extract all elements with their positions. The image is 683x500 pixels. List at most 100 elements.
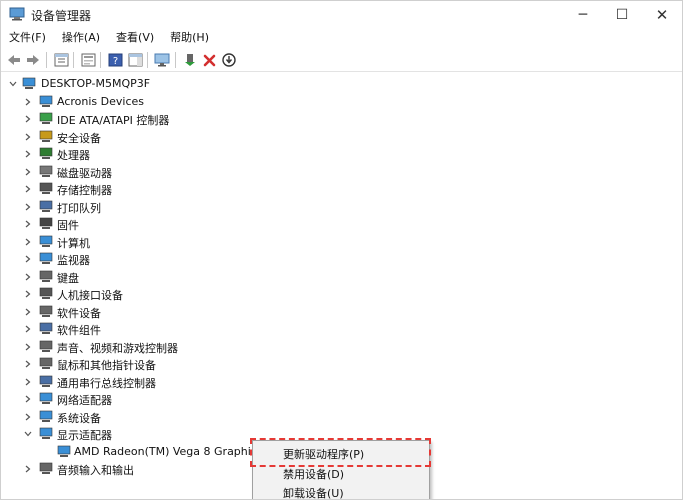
tree-category-node[interactable]: 人机接口设备	[1, 285, 682, 303]
tree-root-node[interactable]: DESKTOP-M5MQP3F	[1, 75, 682, 93]
tree-category-node[interactable]: Acronis Devices	[1, 93, 682, 111]
close-button[interactable]: ✕	[645, 1, 679, 28]
forward-arrow-icon[interactable]	[24, 51, 42, 69]
tree-category-label: 软件组件	[57, 324, 101, 337]
toolbar: ?	[1, 48, 682, 72]
chevron-down-icon[interactable]	[8, 79, 18, 89]
disk-drive-icon	[39, 165, 53, 177]
mouse-icon	[39, 357, 53, 369]
monitor-icon	[39, 252, 53, 264]
tree-category-label: IDE ATA/ATAPI 控制器	[57, 114, 170, 127]
tree-category-label: 处理器	[57, 149, 90, 162]
chevron-right-icon[interactable]	[23, 307, 33, 317]
tree-category-label: 磁盘驱动器	[57, 166, 112, 180]
toolbar-separator	[73, 52, 74, 68]
tree-category-node[interactable]: 网络适配器	[1, 390, 682, 408]
chevron-right-icon[interactable]	[23, 132, 33, 142]
tree-category-label: 打印队列	[57, 201, 101, 215]
tree-category-node[interactable]: 打印队列	[1, 198, 682, 216]
hid-icon	[39, 287, 53, 299]
chevron-right-icon[interactable]	[23, 184, 33, 194]
tree-category-node[interactable]: 磁盘驱动器	[1, 163, 682, 181]
tree-category-label: 存储控制器	[57, 184, 112, 197]
tree-category-node[interactable]: 计算机	[1, 233, 682, 251]
chevron-right-icon[interactable]	[23, 202, 33, 212]
tree-category-label: 音频输入和输出	[57, 464, 134, 477]
tree-category-node[interactable]: 声音、视频和游戏控制器	[1, 338, 682, 356]
tree-category-label: 通用串行总线控制器	[57, 376, 156, 390]
tree-category-label: 鼠标和其他指针设备	[57, 359, 156, 372]
tree-category-node[interactable]: 键盘	[1, 268, 682, 286]
properties-icon[interactable]	[79, 51, 97, 69]
chevron-right-icon[interactable]	[23, 377, 33, 387]
menu-view[interactable]: 查看(V)	[108, 28, 162, 48]
tree-category-label: 人机接口设备	[57, 289, 123, 302]
context-menu-disable-device[interactable]: 禁用设备(D)	[253, 466, 429, 484]
monitor-scan-icon[interactable]	[153, 51, 171, 69]
chevron-right-icon[interactable]	[23, 412, 33, 422]
software-component-icon	[39, 322, 53, 334]
help-icon[interactable]: ?	[106, 51, 124, 69]
update-driver-icon[interactable]	[181, 51, 199, 69]
tree-category-node[interactable]: 软件设备	[1, 303, 682, 321]
maximize-button[interactable]: ☐	[605, 1, 639, 28]
disable-device-icon[interactable]	[220, 51, 238, 69]
chevron-right-icon[interactable]	[23, 97, 33, 107]
network-adapter-icon	[39, 392, 53, 404]
tree-category-node[interactable]: 安全设备	[1, 128, 682, 146]
minimize-icon: ─	[578, 6, 588, 23]
security-key-icon	[39, 130, 53, 142]
chevron-right-icon[interactable]	[23, 324, 33, 334]
chevron-right-icon[interactable]	[23, 394, 33, 404]
chevron-right-icon[interactable]	[23, 167, 33, 177]
chevron-right-icon[interactable]	[23, 254, 33, 264]
window-title: 设备管理器	[31, 9, 92, 23]
menu-help[interactable]: 帮助(H)	[162, 28, 217, 48]
device-tree: DESKTOP-M5MQP3F Acronis Devices IDE ATA/AT…	[1, 73, 682, 499]
system-device-icon	[39, 410, 53, 422]
context-menu-update-driver[interactable]: 更新驱动程序(P)	[253, 446, 429, 464]
tree-category-node[interactable]: 固件	[1, 215, 682, 233]
chevron-right-icon[interactable]	[23, 342, 33, 352]
menu-bar: 文件(F) 操作(A) 查看(V) 帮助(H)	[1, 28, 682, 48]
chevron-down-icon[interactable]	[23, 429, 33, 439]
tree-category-node[interactable]: 处理器	[1, 145, 682, 163]
firmware-icon	[39, 217, 53, 229]
chevron-right-icon[interactable]	[23, 272, 33, 282]
menu-file[interactable]: 文件(F)	[1, 28, 54, 48]
menu-action[interactable]: 操作(A)	[54, 28, 108, 48]
tree-category-node[interactable]: 系统设备	[1, 408, 682, 426]
computer-icon	[39, 235, 53, 247]
computer-icon	[22, 77, 36, 89]
tree-device-label: AMD Radeon(TM) Vega 8 Graphics	[74, 444, 263, 458]
chevron-right-icon[interactable]	[23, 149, 33, 159]
chevron-right-icon[interactable]	[23, 359, 33, 369]
tree-category-node[interactable]: 存储控制器	[1, 180, 682, 198]
tree-category-label: 系统设备	[57, 411, 101, 425]
title-bar: 设备管理器 ─ ☐ ✕	[1, 1, 682, 28]
keyboard-icon	[39, 270, 53, 282]
chevron-right-icon[interactable]	[23, 237, 33, 247]
chevron-right-icon[interactable]	[23, 289, 33, 299]
gpu-device-icon	[57, 445, 71, 457]
toolbar-separator	[100, 52, 101, 68]
chevron-right-icon[interactable]	[23, 464, 33, 474]
printer-icon	[39, 200, 53, 212]
uninstall-device-icon[interactable]	[200, 51, 218, 69]
context-menu-uninstall-device[interactable]: 卸载设备(U)	[253, 485, 429, 499]
tree-category-node[interactable]: IDE ATA/ATAPI 控制器	[1, 110, 682, 128]
chevron-right-icon[interactable]	[23, 114, 33, 124]
tree-category-node[interactable]: 鼠标和其他指针设备	[1, 355, 682, 373]
toolbar-separator	[175, 52, 176, 68]
action-pane-icon[interactable]	[126, 51, 144, 69]
toolbar-separator	[46, 52, 47, 68]
back-arrow-icon[interactable]	[5, 51, 23, 69]
minimize-button[interactable]: ─	[566, 1, 600, 28]
tree-category-node[interactable]: 软件组件	[1, 320, 682, 338]
tree-category-node[interactable]: 监视器	[1, 250, 682, 268]
tree-category-node[interactable]: 通用串行总线控制器	[1, 373, 682, 391]
svg-text:?: ?	[112, 56, 117, 67]
chevron-right-icon[interactable]	[23, 219, 33, 229]
tree-category-label: 声音、视频和游戏控制器	[57, 341, 178, 355]
show-hide-tree-icon[interactable]	[52, 51, 70, 69]
